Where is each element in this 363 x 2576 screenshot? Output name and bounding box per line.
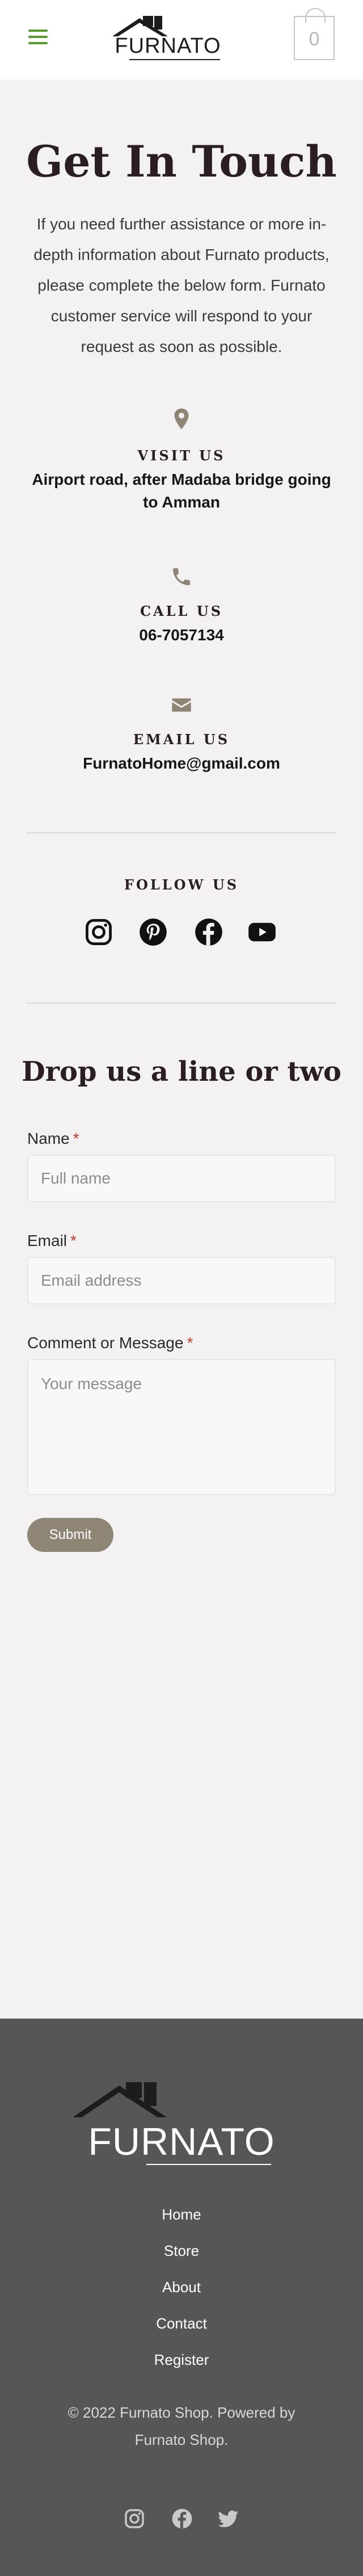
email-us-label: EMAIL US (133, 731, 230, 748)
logo-text: FURNATO (115, 34, 221, 58)
site-header: FURNATO 0 (0, 0, 363, 79)
youtube-icon[interactable] (247, 917, 277, 947)
email-label: Email * (27, 1232, 77, 1250)
visit-us-label: VISIT US (137, 447, 226, 464)
section-divider (26, 1002, 337, 1004)
house-roof-icon (73, 2082, 167, 2117)
page-title: Get In Touch (26, 136, 337, 187)
footer-logo[interactable]: FURNATO (73, 2080, 290, 2165)
name-label: Name * (27, 1130, 79, 1148)
map-pin-icon (174, 408, 189, 430)
footer-link-about[interactable]: About (0, 2279, 363, 2296)
furnato-logo[interactable]: FURNATO (112, 15, 223, 62)
email-input[interactable] (27, 1257, 336, 1304)
call-us-phone[interactable]: 06-7057134 (23, 624, 340, 647)
footer-link-store[interactable]: Store (0, 2242, 363, 2260)
required-marker: * (187, 1334, 193, 1352)
twitter-icon[interactable] (218, 2508, 239, 2529)
envelope-icon (172, 698, 191, 712)
footer-link-contact[interactable]: Contact (0, 2315, 363, 2332)
email-label-text: Email (27, 1232, 67, 1249)
message-label: Comment or Message * (27, 1334, 193, 1352)
instagram-icon[interactable] (124, 2508, 145, 2529)
call-us-label: CALL US (140, 603, 223, 619)
visit-us-block: VISIT US Airport road, after Madaba brid… (23, 408, 340, 514)
footer-logo-text: FURNATO (88, 2120, 275, 2163)
visit-us-address: Airport road, after Madaba bridge going … (32, 471, 331, 511)
logo-underline (129, 59, 220, 60)
copyright-text: © 2022 Furnato Shop. Powered by Furnato … (67, 2404, 296, 2448)
email-us-block: EMAIL US FurnatoHome@gmail.com (23, 694, 340, 775)
intro-text: If you need further assistance or more i… (33, 215, 330, 355)
call-us-block: CALL US 06-7057134 (23, 565, 340, 647)
cart-button[interactable]: 0 (294, 8, 335, 60)
message-textarea[interactable] (27, 1359, 336, 1495)
site-footer: FURNATO Home Store About Contact Registe… (0, 2019, 363, 2576)
pinterest-icon[interactable] (138, 917, 168, 947)
phone-icon (173, 568, 190, 585)
footer-logo-underline (146, 2164, 271, 2165)
facebook-icon[interactable] (171, 2508, 193, 2529)
facebook-icon[interactable] (194, 917, 223, 947)
follow-us-label: FOLLOW US (124, 876, 239, 893)
name-label-text: Name (27, 1130, 70, 1147)
hamburger-menu-icon[interactable] (28, 30, 48, 47)
section-divider (26, 832, 337, 833)
required-marker: * (70, 1232, 77, 1249)
message-label-text: Comment or Message (27, 1334, 184, 1352)
email-us-address[interactable]: FurnatoHome@gmail.com (23, 752, 340, 775)
footer-link-register[interactable]: Register (0, 2351, 363, 2369)
submit-button[interactable]: Submit (27, 1518, 113, 1552)
form-title: Drop us a line or two (22, 1056, 341, 1088)
required-marker: * (73, 1130, 79, 1147)
instagram-icon[interactable] (84, 917, 113, 947)
bag-handle-icon (305, 8, 326, 23)
name-input[interactable] (27, 1155, 336, 1202)
footer-link-home[interactable]: Home (0, 2206, 363, 2223)
cart-count: 0 (309, 28, 320, 50)
